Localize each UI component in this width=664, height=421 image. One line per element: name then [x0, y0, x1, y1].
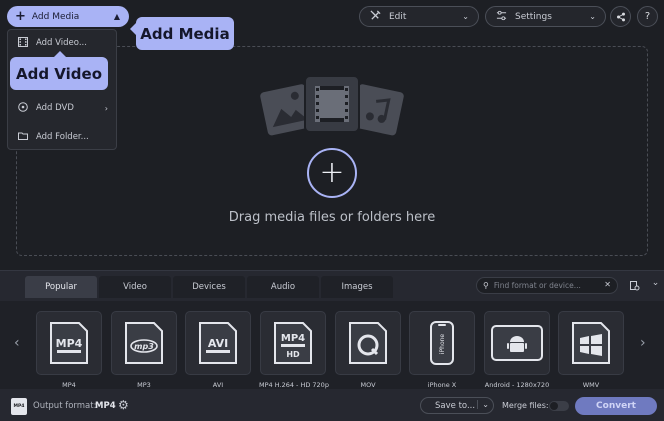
share-icon: [616, 12, 625, 21]
tab-devices[interactable]: Devices: [173, 276, 245, 298]
mp4-hd-file-icon: MP4 HD: [274, 322, 312, 364]
collapse-panel-button[interactable]: ⌄: [647, 274, 664, 291]
settings-dropdown[interactable]: Settings ⌄: [485, 6, 606, 27]
format-item-iphone-x[interactable]: iPhone iPhone X: [408, 311, 476, 389]
output-bar: MP4 Output format: MP4 ⚙ Save to... ⌄ Me…: [0, 392, 664, 421]
menu-item-add-dvd[interactable]: Add DVD ›: [8, 98, 116, 118]
format-item-mov[interactable]: MOV: [334, 311, 402, 389]
folder-icon: [17, 131, 29, 144]
output-format-value: MP4: [95, 401, 116, 411]
format-item-mp4-hd[interactable]: MP4 HD MP4 H.264 - HD 720p: [259, 311, 329, 389]
question-icon: ?: [644, 11, 651, 22]
format-label: MP4 H.264 - HD 720p: [259, 381, 329, 389]
format-label: MOV: [360, 381, 376, 389]
tab-images[interactable]: Images: [321, 276, 393, 298]
settings-label: Settings: [515, 11, 552, 22]
search-icon: ⚲: [483, 281, 489, 290]
add-video-callout: Add Video: [10, 51, 108, 90]
svg-text:MP4: MP4: [281, 333, 305, 344]
disc-icon: [17, 101, 29, 115]
menu-item-label: Add Folder...: [36, 132, 89, 142]
chevron-down-icon: ⌄: [589, 12, 596, 21]
chevron-up-icon: ▲: [113, 12, 120, 21]
format-item-wmv[interactable]: WMV: [557, 311, 625, 389]
merge-files-toggle[interactable]: [549, 401, 569, 411]
toggle-knob: [550, 402, 558, 410]
mp4-file-icon: MP4: [50, 322, 88, 364]
plus-icon: +: [15, 9, 26, 24]
format-item-android[interactable]: Android - 1280x720: [483, 311, 551, 389]
format-item-mp4[interactable]: MP4 MP4: [35, 311, 103, 389]
svg-text:iPhone: iPhone: [439, 334, 446, 355]
svg-text:MP4: MP4: [56, 337, 83, 350]
android-tablet-icon: [491, 325, 543, 361]
close-icon[interactable]: ✕: [604, 280, 611, 289]
merge-files-label: Merge files:: [502, 401, 549, 410]
format-label: Android - 1280x720: [484, 381, 550, 389]
svg-text:mp3: mp3: [134, 342, 154, 351]
gear-icon[interactable]: ⚙: [118, 398, 129, 412]
tab-audio[interactable]: Audio: [247, 276, 319, 298]
menu-item-add-folder[interactable]: Add Folder...: [8, 127, 116, 147]
format-label: AVI: [212, 381, 224, 389]
device-search-icon: [629, 280, 639, 290]
add-media-callout: Add Media: [130, 17, 234, 50]
sliders-icon: [496, 10, 507, 24]
edit-dropdown[interactable]: Edit ⌄: [359, 6, 479, 27]
drop-zone-text: Drag media files or folders here: [228, 210, 436, 225]
iphone-icon: iPhone: [430, 321, 454, 365]
save-to-label: Save to...: [435, 400, 476, 411]
tab-popular[interactable]: Popular: [25, 276, 97, 298]
add-media-label: Add Media: [31, 11, 80, 22]
media-files-illustration: [260, 75, 404, 136]
convert-button[interactable]: Convert: [575, 397, 657, 415]
menu-item-add-video[interactable]: Add Video...: [8, 33, 116, 53]
plus-icon: +: [319, 155, 345, 190]
svg-text:AVI: AVI: [208, 337, 228, 350]
device-detect-button[interactable]: [626, 277, 643, 294]
add-media-button[interactable]: + Add Media ▲: [7, 6, 129, 27]
menu-item-label: Add DVD: [36, 103, 74, 113]
output-format-icon: MP4: [11, 398, 27, 415]
windows-icon: [572, 322, 610, 364]
edit-label: Edit: [389, 11, 407, 22]
format-item-avi[interactable]: AVI AVI: [184, 311, 252, 389]
save-to-button[interactable]: Save to... ⌄: [420, 397, 494, 414]
tools-icon: [370, 9, 381, 24]
format-label: MP4: [62, 381, 76, 389]
scroll-left-button[interactable]: ‹: [14, 335, 20, 351]
add-files-button[interactable]: +: [307, 148, 357, 198]
scroll-right-button[interactable]: ›: [640, 335, 646, 351]
avi-file-icon: AVI: [199, 322, 237, 364]
chevron-down-icon[interactable]: ⌄: [477, 400, 489, 409]
format-item-mp3[interactable]: mp3 MP3: [110, 311, 178, 389]
chevron-down-icon: ⌄: [651, 277, 660, 288]
format-label: WMV: [582, 381, 600, 389]
format-label: iPhone X: [427, 381, 457, 389]
tab-video[interactable]: Video: [99, 276, 171, 298]
svg-text:HD: HD: [286, 350, 300, 359]
format-label: MP3: [137, 381, 151, 389]
chevron-down-icon: ⌄: [462, 12, 469, 21]
quicktime-icon: [349, 322, 387, 364]
share-button[interactable]: [610, 6, 631, 27]
mp3-file-icon: mp3: [125, 322, 163, 364]
menu-item-label: Add Video...: [36, 38, 87, 48]
format-search-input[interactable]: [493, 281, 590, 290]
chevron-right-icon: ›: [104, 103, 108, 113]
film-icon: [17, 36, 29, 50]
format-search: ⚲ ✕: [476, 277, 618, 294]
output-format-label: Output format:: [33, 401, 97, 411]
help-button[interactable]: ?: [637, 6, 658, 27]
